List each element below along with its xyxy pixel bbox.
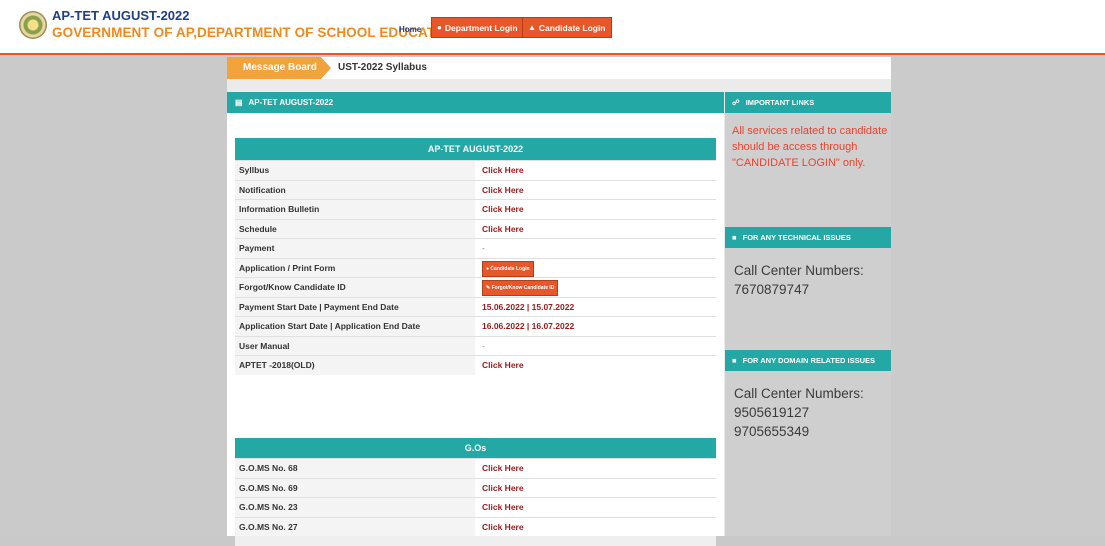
- technical-call-number: 7670879747: [734, 282, 810, 297]
- domain-call-label: Call Center Numbers:: [734, 386, 864, 401]
- payment-value: -: [482, 243, 485, 253]
- go-27-link[interactable]: Click Here: [475, 518, 716, 537]
- ap-emblem-logo: [19, 11, 47, 39]
- site-title: AP-TET AUGUST-2022: [52, 8, 190, 23]
- table-row: APTET -2018(OLD) Click Here: [235, 355, 716, 375]
- domain-issues-heading-text: FOR ANY DOMAIN RELATED ISSUES: [742, 356, 875, 365]
- row-label: G.O.MS No. 69: [235, 478, 475, 497]
- forgot-candidate-id-label: Forgot/Know Candidate ID: [491, 285, 555, 292]
- schedule-link[interactable]: Click Here: [475, 220, 716, 239]
- row-label: User Manual: [235, 336, 475, 355]
- row-label: Schedule: [235, 219, 475, 238]
- link-icon: ☍: [732, 98, 740, 107]
- row-label: Information Bulletin: [235, 200, 475, 219]
- domain-call-number-1: 9505619127: [734, 405, 810, 420]
- go-68-link[interactable]: Click Here: [475, 459, 716, 478]
- row-label: Syllbus: [235, 161, 475, 180]
- technical-issues-heading: ■ FOR ANY TECHNICAL ISSUES: [725, 227, 891, 248]
- row-action: ● Candidate Login: [475, 259, 716, 278]
- domain-call-number-2: 9705655349: [734, 424, 810, 439]
- row-label: G.O.MS No. 23: [235, 498, 475, 517]
- go-23-link[interactable]: Click Here: [475, 498, 716, 517]
- aptet-panel-heading-text: AP-TET AUGUST-2022: [248, 98, 334, 107]
- table-row: User Manual -: [235, 335, 716, 355]
- message-board-label: Message Board: [227, 57, 331, 79]
- row-label: G.O.MS No. 68: [235, 459, 475, 478]
- aptet-panel-heading: ▤ AP-TET AUGUST-2022: [227, 92, 724, 113]
- phone-icon: ■: [732, 356, 737, 365]
- row-label: Forgot/Know Candidate ID: [235, 278, 475, 297]
- aptet-table-title: AP-TET AUGUST-2022: [235, 138, 716, 160]
- table-row: G.O.MS No. 69 Click Here: [235, 477, 716, 498]
- table-row: G.O.MS No. 68 Click Here: [235, 458, 716, 478]
- aptet-2018-link[interactable]: Click Here: [475, 356, 716, 375]
- domain-issues-heading: ■ FOR ANY DOMAIN RELATED ISSUES: [725, 350, 891, 371]
- right-sidebar: ☍ IMPORTANT LINKS All services related t…: [725, 92, 891, 536]
- list-icon: ▤: [235, 98, 243, 107]
- candidate-login-small-label: Candidate Login: [490, 265, 530, 272]
- row-action: ✎ Forgot/Know Candidate ID: [475, 278, 716, 297]
- main-content: Message Board UST-2022 Syllabus ▤ AP-TET…: [227, 57, 891, 546]
- department-login-label: Department Login: [444, 22, 518, 33]
- notification-link[interactable]: Click Here: [475, 181, 716, 200]
- left-gutter: [0, 57, 227, 536]
- candidate-login-label: Candidate Login: [538, 22, 606, 33]
- table-row: G.O.MS No. 27 Click Here: [235, 516, 716, 537]
- application-dates: 16.06.2022 | 16.07.2022: [482, 321, 575, 331]
- table-row: Application Start Date | Application End…: [235, 316, 716, 336]
- user-icon: ●: [437, 23, 442, 32]
- message-board-bar: Message Board UST-2022 Syllabus: [227, 57, 891, 79]
- table-row: Schedule Click Here: [235, 218, 716, 239]
- table-row: G.O.MS No. 23 Click Here: [235, 497, 716, 517]
- table-row: Application / Print Form ● Candidate Log…: [235, 257, 716, 278]
- important-links-heading: ☍ IMPORTANT LINKS: [725, 92, 891, 113]
- gos-table-title: G.Os: [235, 438, 716, 458]
- important-note: All services related to candidate should…: [732, 125, 888, 169]
- row-label: APTET -2018(OLD): [235, 356, 475, 375]
- row-label: G.O.MS No. 27: [235, 517, 475, 536]
- graduation-cap-icon: ▲: [528, 23, 536, 32]
- important-links-heading-text: IMPORTANT LINKS: [745, 98, 815, 107]
- nav-home-link[interactable]: Home: [399, 25, 421, 34]
- candidate-login-button[interactable]: ▲ Candidate Login: [522, 17, 612, 38]
- table-row: Syllbus Click Here: [235, 160, 716, 180]
- payment-dates: 15.06.2022 | 15.07.2022: [482, 301, 575, 312]
- table-row: Information Bulletin Click Here: [235, 199, 716, 219]
- gos-table: G.Os G.O.MS No. 68 Click Here G.O.MS No.…: [235, 438, 716, 546]
- message-board-marquee[interactable]: UST-2022 Syllabus: [338, 62, 427, 73]
- technical-call-label: Call Center Numbers:: [734, 263, 864, 278]
- information-bulletin-link[interactable]: Click Here: [475, 200, 716, 219]
- top-header: AP-TET AUGUST-2022 GOVERNMENT OF AP,DEPA…: [0, 0, 1105, 55]
- department-login-button[interactable]: ● Department Login: [431, 17, 524, 38]
- user-manual-value: -: [482, 340, 485, 351]
- table-row: Forgot/Know Candidate ID ✎ Forgot/Know C…: [235, 277, 716, 297]
- technical-issues-heading-text: FOR ANY TECHNICAL ISSUES: [742, 233, 851, 242]
- aptet-details-table: AP-TET AUGUST-2022 Syllbus Click Here No…: [235, 138, 716, 375]
- table-row: Notification Click Here: [235, 179, 716, 200]
- forgot-candidate-id-button[interactable]: ✎ Forgot/Know Candidate ID: [482, 280, 559, 297]
- row-label: Notification: [235, 180, 475, 199]
- go-69-link[interactable]: Click Here: [475, 479, 716, 498]
- phone-icon: ■: [732, 233, 737, 242]
- candidate-login-small-button[interactable]: ● Candidate Login: [482, 260, 534, 277]
- row-label: Payment Start Date | Payment End Date: [235, 297, 475, 316]
- row-label: Payment: [235, 239, 475, 258]
- syllabus-link[interactable]: Click Here: [475, 161, 716, 180]
- table-row: Payment -: [235, 238, 716, 258]
- table-row: Payment Start Date | Payment End Date 15…: [235, 296, 716, 316]
- row-label: Application / Print Form: [235, 258, 475, 277]
- row-label: Application Start Date | Application End…: [235, 317, 475, 336]
- aptet-panel: ▤ AP-TET AUGUST-2022 AP-TET AUGUST-2022 …: [227, 92, 724, 546]
